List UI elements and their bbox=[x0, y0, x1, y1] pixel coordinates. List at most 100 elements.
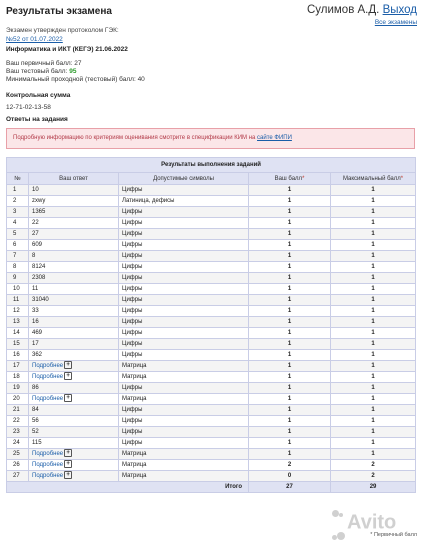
test-score-label: Ваш тестовый балл: bbox=[6, 68, 68, 76]
info-alert: Подробную информацию по критериям оценив… bbox=[6, 128, 415, 149]
user-line: Сулимов А.Д. Выход bbox=[307, 4, 417, 16]
fipi-link[interactable]: сайте ФИПИ bbox=[257, 135, 292, 141]
task-number: 3 bbox=[6, 206, 29, 218]
task-score: 1 bbox=[248, 294, 331, 306]
task-max-score: 1 bbox=[329, 239, 417, 251]
your-answer: 27 bbox=[28, 228, 119, 240]
allowed-symbols: Матрица bbox=[118, 393, 249, 405]
your-answer: 17 bbox=[28, 338, 119, 350]
your-answer: Подробнее + bbox=[28, 459, 119, 471]
checksum-title: Контрольная сумма bbox=[6, 92, 71, 99]
table-row: 16 362 Цифры 1 1 bbox=[6, 349, 417, 361]
plus-box-icon[interactable]: + bbox=[64, 460, 73, 469]
allowed-symbols: Цифры bbox=[118, 338, 249, 350]
task-score: 1 bbox=[248, 305, 331, 317]
your-answer: Подробнее + bbox=[28, 470, 119, 482]
details-link[interactable]: Подробнее bbox=[32, 396, 63, 402]
your-answer: 1365 bbox=[28, 206, 119, 218]
allowed-symbols: Матрица bbox=[118, 371, 249, 383]
your-answer: 362 bbox=[28, 349, 119, 361]
task-score: 2 bbox=[248, 459, 331, 471]
details-link[interactable]: Подробнее bbox=[32, 363, 63, 369]
watermark-text: Avito bbox=[347, 511, 397, 534]
task-max-score: 1 bbox=[329, 261, 417, 273]
task-max-score: 1 bbox=[329, 426, 417, 438]
details-link[interactable]: Подробнее bbox=[32, 462, 63, 468]
task-max-score: 1 bbox=[329, 272, 417, 284]
task-score: 1 bbox=[248, 316, 331, 328]
plus-box-icon[interactable]: + bbox=[64, 361, 73, 370]
task-number: 16 bbox=[6, 349, 29, 361]
allowed-symbols: Цифры bbox=[118, 184, 249, 196]
table-row: 26 Подробнее + Матрица 2 2 bbox=[6, 459, 417, 471]
allowed-symbols: Цифры bbox=[118, 404, 249, 416]
allowed-symbols: Цифры bbox=[118, 261, 249, 273]
task-score: 1 bbox=[248, 338, 331, 350]
allowed-symbols: Цифры bbox=[118, 437, 249, 449]
task-number: 10 bbox=[6, 283, 29, 295]
details-link[interactable]: Подробнее bbox=[32, 473, 63, 479]
task-max-score: 1 bbox=[329, 305, 417, 317]
plus-box-icon[interactable]: + bbox=[64, 471, 73, 480]
min-score-value: 40 bbox=[137, 76, 145, 84]
task-number: 13 bbox=[6, 316, 29, 328]
your-answer: 115 bbox=[28, 437, 119, 449]
task-max-score: 1 bbox=[329, 393, 417, 405]
protocol-link[interactable]: №52 от 01.07.2022 bbox=[6, 36, 63, 43]
plus-box-icon[interactable]: + bbox=[64, 449, 73, 458]
allowed-symbols: Цифры bbox=[118, 382, 249, 394]
task-number: 2 bbox=[6, 195, 29, 207]
all-exams-link[interactable]: Все экзамены bbox=[307, 19, 417, 26]
task-number: 17 bbox=[6, 360, 29, 372]
column-header-max: Максимальный балл* bbox=[329, 172, 417, 185]
score-header-label: Ваш балл bbox=[274, 175, 303, 182]
column-header-answer: Ваш ответ bbox=[28, 172, 119, 185]
task-score: 1 bbox=[248, 228, 331, 240]
task-max-score: 1 bbox=[329, 316, 417, 328]
table-row: 25 Подробнее + Матрица 1 1 bbox=[6, 448, 417, 460]
your-answer: 52 bbox=[28, 426, 119, 438]
total-score: 27 bbox=[248, 481, 331, 493]
protocol-info: Экзамен утвержден протоколом ГЭК: №52 от… bbox=[6, 26, 119, 44]
task-number: 6 bbox=[6, 239, 29, 251]
your-answer: 2308 bbox=[28, 272, 119, 284]
task-number: 11 bbox=[6, 294, 29, 306]
task-score: 1 bbox=[248, 360, 331, 372]
plus-box-icon[interactable]: + bbox=[64, 372, 73, 381]
allowed-symbols: Цифры bbox=[118, 415, 249, 427]
task-number: 18 bbox=[6, 371, 29, 383]
checksum-value: 12-71-02-13-58 bbox=[6, 104, 51, 111]
allowed-symbols: Цифры bbox=[118, 426, 249, 438]
allowed-symbols: Цифры bbox=[118, 250, 249, 262]
task-max-score: 1 bbox=[329, 404, 417, 416]
task-number: 15 bbox=[6, 338, 29, 350]
table-row: 22 56 Цифры 1 1 bbox=[6, 415, 417, 427]
table-row: 6 609 Цифры 1 1 bbox=[6, 239, 417, 251]
table-row: 20 Подробнее + Матрица 1 1 bbox=[6, 393, 417, 405]
details-link[interactable]: Подробнее bbox=[32, 451, 63, 457]
user-name: Сулимов А.Д. bbox=[306, 4, 380, 16]
min-score-label: Минимальный проходной (тестовый) балл: bbox=[6, 76, 136, 84]
task-score: 1 bbox=[248, 327, 331, 339]
your-answer: Подробнее + bbox=[28, 393, 119, 405]
task-score: 0 bbox=[248, 470, 331, 482]
task-max-score: 1 bbox=[329, 217, 417, 229]
table-row: 1 10 Цифры 1 1 bbox=[6, 184, 417, 196]
answers-title: Ответы на задания bbox=[6, 116, 68, 123]
task-max-score: 1 bbox=[329, 327, 417, 339]
table-caption-row: Результаты выполнения заданий bbox=[5, 157, 417, 173]
details-link[interactable]: Подробнее bbox=[32, 374, 63, 380]
column-header-score: Ваш балл* bbox=[248, 172, 331, 185]
logout-link[interactable]: Выход bbox=[383, 4, 417, 16]
your-answer: 31040 bbox=[28, 294, 119, 306]
task-score: 1 bbox=[248, 349, 331, 361]
allowed-symbols: Цифры bbox=[118, 305, 249, 317]
task-score: 1 bbox=[248, 206, 331, 218]
total-label: Итого bbox=[6, 481, 249, 493]
task-number: 25 bbox=[6, 448, 29, 460]
allowed-symbols: Цифры bbox=[118, 217, 249, 229]
task-max-score: 1 bbox=[329, 283, 417, 295]
plus-box-icon[interactable]: + bbox=[64, 394, 73, 403]
task-score: 1 bbox=[248, 239, 331, 251]
allowed-symbols: Цифры bbox=[118, 206, 249, 218]
